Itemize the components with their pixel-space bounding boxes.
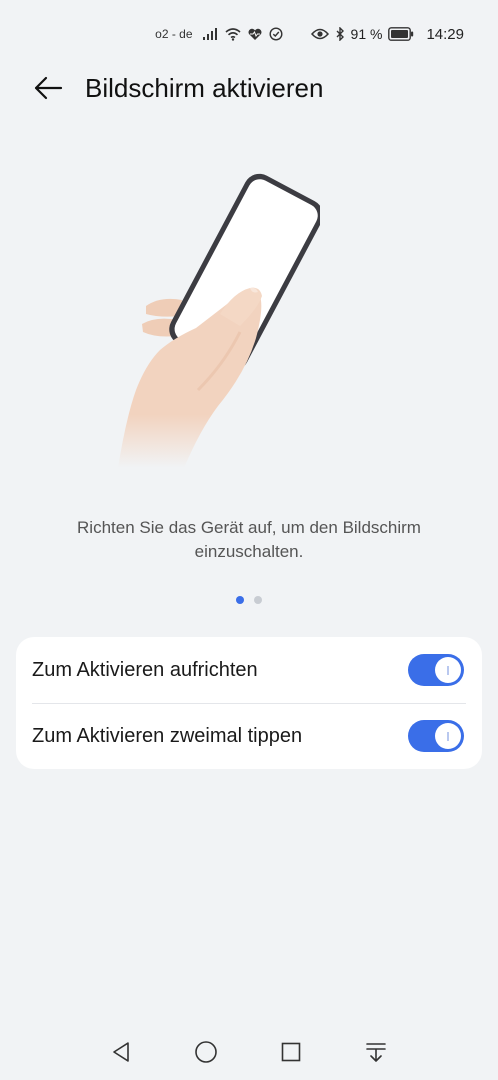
nav-notification-button[interactable] — [360, 1036, 392, 1068]
eye-icon — [310, 28, 329, 40]
screen: o2 - de 91 % 14:29 Bildschirm aktivieren… — [0, 0, 498, 1080]
nav-back-icon — [113, 1042, 129, 1062]
back-arrow-icon — [34, 76, 63, 100]
battery-percent: 91 % — [350, 26, 383, 42]
page-title: Bildschirm aktivieren — [85, 72, 324, 103]
nav-home-button[interactable] — [190, 1036, 222, 1068]
toggle-tick — [447, 731, 449, 741]
setting-label: Zum Aktivieren aufrichten — [32, 658, 258, 681]
description-text: Richten Sie das Gerät auf, um den Bildsc… — [77, 518, 421, 561]
page-dot-active[interactable] — [236, 596, 244, 604]
page-indicator — [0, 596, 498, 604]
nav-home-icon — [195, 1041, 217, 1063]
nav-recents-icon — [281, 1042, 301, 1062]
toggle-knob — [435, 657, 461, 683]
carrier-label: o2 - de — [155, 27, 193, 41]
heart-health-icon — [247, 28, 263, 41]
page-dot[interactable] — [254, 596, 262, 604]
toggle-knob — [435, 723, 461, 749]
setting-double-tap-to-wake[interactable]: Zum Aktivieren zweimal tippen — [16, 703, 482, 769]
hand-holding-phone-illustration — [100, 168, 324, 488]
nav-back-button[interactable] — [105, 1036, 137, 1068]
back-button[interactable] — [24, 64, 72, 112]
header: Bildschirm aktivieren — [0, 64, 498, 112]
settings-card: Zum Aktivieren aufrichten Zum Aktivieren… — [16, 637, 482, 769]
nav-recents-button[interactable] — [275, 1036, 307, 1068]
setting-raise-to-wake[interactable]: Zum Aktivieren aufrichten — [16, 637, 482, 703]
signal-icon — [202, 28, 219, 40]
nav-notification-icon — [366, 1043, 386, 1062]
status-bar: o2 - de 91 % 14:29 — [0, 22, 498, 46]
toggle-tick — [447, 665, 449, 675]
bluetooth-icon — [335, 27, 345, 41]
clock: 14:29 — [426, 25, 464, 43]
check-circle-icon — [269, 27, 283, 41]
raise-to-wake-toggle[interactable] — [408, 654, 464, 686]
wifi-icon — [225, 27, 241, 41]
navigation-bar — [0, 1024, 498, 1080]
setting-label: Zum Aktivieren zweimal tippen — [32, 724, 303, 747]
double-tap-toggle[interactable] — [408, 720, 464, 752]
battery-icon — [388, 27, 414, 41]
